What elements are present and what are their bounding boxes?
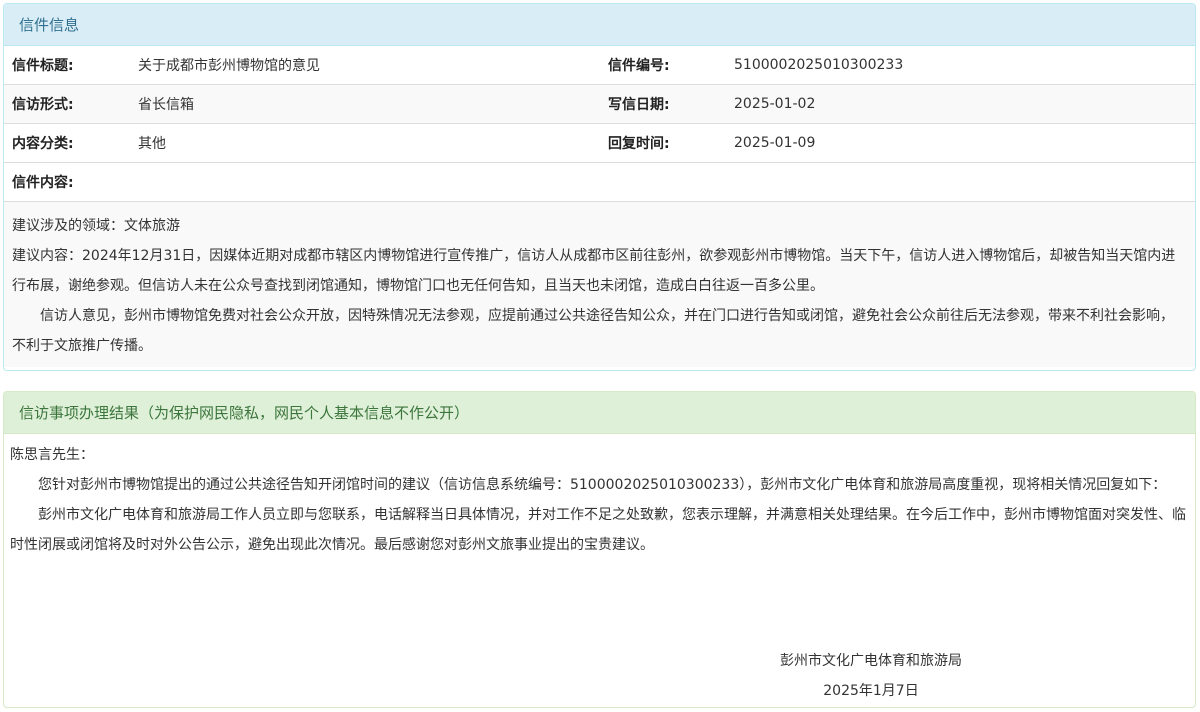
letter-form-value: 省长信箱 xyxy=(130,84,600,124)
reply-time-label: 回复时间: xyxy=(600,123,726,163)
table-row: 信件内容: xyxy=(4,162,1195,201)
content-category-value: 其他 xyxy=(130,123,600,163)
letter-title-label: 信件标题: xyxy=(12,58,74,74)
letter-info-table: 信件标题: 关于成都市彭州博物馆的意见 信件编号: 51000020250103… xyxy=(4,46,1195,201)
letter-title-value: 关于成都市彭州博物馆的意见 xyxy=(138,58,320,74)
letter-number-value: 5100002025010300233 xyxy=(734,57,904,73)
suggestion-content: 建议内容：2024年12月31日，因媒体近期对成都市辖区内博物馆进行宣传推广，信… xyxy=(12,248,1176,294)
result-heading: 信访事项办理结果（为保护网民隐私，网民个人基本信息不作公开） xyxy=(4,392,1195,434)
reply-paragraph: 彭州市文化广电体育和旅游局工作人员立即与您联系，电话解释当日具体情况，并对工作不… xyxy=(10,507,1186,553)
table-row: 信访形式: 省长信箱 写信日期: 2025-01-02 xyxy=(4,84,1195,124)
letter-content-label: 信件内容: xyxy=(4,162,1195,201)
letter-info-heading: 信件信息 xyxy=(4,4,1195,46)
reply-paragraph: 您针对彭州市博物馆提出的通过公共途径告知开闭馆时间的建议（信访信息系统编号：51… xyxy=(38,477,1167,493)
reply-date: 2025年1月7日 xyxy=(823,683,919,699)
reply-time-value: 2025-01-09 xyxy=(726,123,1195,163)
letter-info-panel: 信件信息 信件标题: 关于成都市彭州博物馆的意见 信件编号: 510000202… xyxy=(3,3,1196,371)
reply-salutation: 陈思言先生： xyxy=(10,447,94,463)
letter-number-label: 信件编号: xyxy=(608,58,670,74)
content-category-label: 内容分类: xyxy=(4,123,130,163)
reply-signature: 彭州市文化广电体育和旅游局 xyxy=(780,653,962,669)
table-row: 内容分类: 其他 回复时间: 2025-01-09 xyxy=(4,123,1195,163)
result-panel: 信访事项办理结果（为保护网民隐私，网民个人基本信息不作公开） 陈思言先生： 您针… xyxy=(3,391,1196,708)
letter-form-label: 信访形式: xyxy=(4,84,130,124)
table-row: 信件标题: 关于成都市彭州博物馆的意见 信件编号: 51000020250103… xyxy=(4,46,1195,85)
letter-date-label: 写信日期: xyxy=(600,84,726,124)
reply-body: 陈思言先生： 您针对彭州市博物馆提出的通过公共途径告知开闭馆时间的建议（信访信息… xyxy=(4,434,1195,560)
letter-content-body: 建议涉及的领域：文体旅游 建议内容：2024年12月31日，因媒体近期对成都市辖… xyxy=(4,201,1195,367)
letter-date-value: 2025-01-02 xyxy=(726,84,1195,124)
petitioner-opinion: 信访人意见，彭州市博物馆免费对社会公众开放，因特殊情况无法参观，应提前通过公共途… xyxy=(12,308,1174,354)
suggestion-field: 建议涉及的领域：文体旅游 xyxy=(12,218,180,234)
